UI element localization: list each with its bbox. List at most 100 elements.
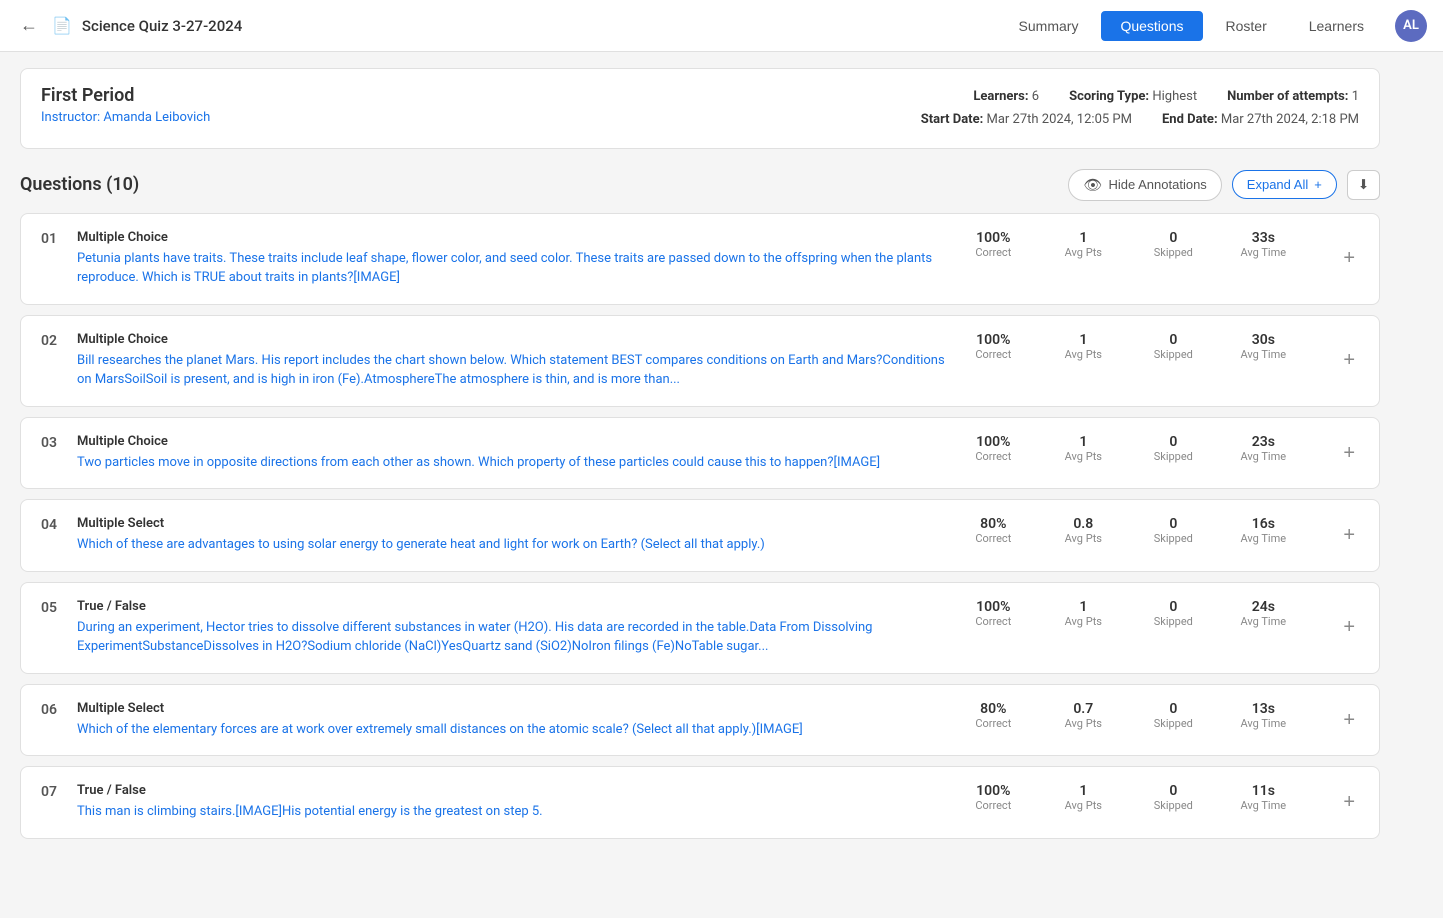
question-text: Petunia plants have traits. These traits…: [77, 249, 947, 288]
header-actions: 👁 Hide Annotations Expand All + ⬇: [1068, 169, 1380, 201]
hide-annotations-button[interactable]: 👁 Hide Annotations: [1068, 169, 1221, 201]
instructor-label: Instructor:: [41, 110, 100, 125]
expand-question-button[interactable]: +: [1339, 247, 1359, 270]
avg-pts-label: Avg Pts: [1053, 799, 1113, 812]
expand-all-plus-icon: +: [1314, 177, 1322, 192]
quiz-title: Science Quiz 3-27-2024: [82, 17, 242, 35]
question-type: Multiple Choice: [77, 230, 947, 245]
avg-time-label: Avg Time: [1233, 532, 1293, 545]
expand-all-label: Expand All: [1247, 177, 1308, 192]
stat-avg-pts: 1 Avg Pts: [1053, 332, 1113, 361]
stat-avg-time: 11s Avg Time: [1233, 783, 1293, 812]
top-navigation: ← 📄 Science Quiz 3-27-2024 Summary Quest…: [0, 0, 1443, 52]
question-type: True / False: [77, 599, 947, 614]
tab-summary[interactable]: Summary: [1000, 11, 1098, 41]
correct-value: 100%: [963, 783, 1023, 799]
correct-label: Correct: [963, 615, 1023, 628]
stat-avg-pts: 0.7 Avg Pts: [1053, 701, 1113, 730]
avg-pts-value: 0.7: [1053, 701, 1113, 717]
skipped-value: 0: [1143, 230, 1203, 246]
download-button[interactable]: ⬇: [1347, 170, 1380, 200]
stat-avg-time: 33s Avg Time: [1233, 230, 1293, 259]
tab-questions[interactable]: Questions: [1101, 11, 1202, 41]
question-number: 07: [41, 783, 61, 800]
skipped-label: Skipped: [1143, 615, 1203, 628]
stat-skipped: 0 Skipped: [1143, 516, 1203, 545]
question-number: 06: [41, 701, 61, 718]
stat-skipped: 0 Skipped: [1143, 434, 1203, 463]
period-title: First Period: [41, 85, 210, 106]
skipped-value: 0: [1143, 599, 1203, 615]
correct-value: 100%: [963, 434, 1023, 450]
stat-avg-pts: 0.8 Avg Pts: [1053, 516, 1113, 545]
avg-time-label: Avg Time: [1233, 799, 1293, 812]
stat-correct: 80% Correct: [963, 516, 1023, 545]
main-content: First Period Instructor: Amanda Leibovic…: [0, 52, 1400, 865]
skipped-label: Skipped: [1143, 799, 1203, 812]
start-label: Start Date:: [921, 112, 984, 127]
expand-question-button[interactable]: +: [1339, 442, 1359, 465]
expand-question-button[interactable]: +: [1339, 524, 1359, 547]
avg-pts-value: 1: [1053, 783, 1113, 799]
question-content: Multiple Choice Petunia plants have trai…: [77, 230, 947, 288]
stat-correct: 100% Correct: [963, 783, 1023, 812]
skipped-value: 0: [1143, 516, 1203, 532]
correct-value: 100%: [963, 230, 1023, 246]
avatar[interactable]: AL: [1395, 10, 1427, 42]
question-type: Multiple Choice: [77, 332, 947, 347]
skipped-label: Skipped: [1143, 348, 1203, 361]
question-stats: 100% Correct 1 Avg Pts 0 Skipped 11s Avg…: [963, 783, 1323, 812]
avg-time-value: 30s: [1233, 332, 1293, 348]
correct-label: Correct: [963, 348, 1023, 361]
avg-pts-value: 1: [1053, 434, 1113, 450]
stat-correct: 100% Correct: [963, 332, 1023, 361]
scoring-label: Scoring Type:: [1069, 89, 1149, 104]
avg-pts-value: 1: [1053, 599, 1113, 615]
info-row-1: Learners: 6 Scoring Type: Highest Number…: [921, 85, 1359, 108]
question-content: Multiple Choice Bill researches the plan…: [77, 332, 947, 390]
expand-all-button[interactable]: Expand All +: [1232, 170, 1337, 199]
skipped-label: Skipped: [1143, 532, 1203, 545]
avg-pts-label: Avg Pts: [1053, 532, 1113, 545]
stat-avg-time: 30s Avg Time: [1233, 332, 1293, 361]
question-content: Multiple Select Which of the elementary …: [77, 701, 947, 740]
stat-correct: 100% Correct: [963, 599, 1023, 628]
stat-skipped: 0 Skipped: [1143, 230, 1203, 259]
correct-label: Correct: [963, 246, 1023, 259]
question-list: 0 1 Multiple Choice Petunia plants have t…: [20, 213, 1380, 849]
expand-question-button[interactable]: +: [1339, 349, 1359, 372]
avg-time-label: Avg Time: [1233, 348, 1293, 361]
tab-roster[interactable]: Roster: [1207, 11, 1286, 41]
instructor-line: Instructor: Amanda Leibovich: [41, 110, 210, 125]
correct-label: Correct: [963, 450, 1023, 463]
scoring-value: Highest: [1152, 89, 1197, 104]
end-value: Mar 27th 2024, 2:18 PM: [1221, 112, 1359, 127]
question-number: 04: [41, 516, 61, 533]
info-card: First Period Instructor: Amanda Leibovic…: [20, 68, 1380, 149]
stat-avg-pts: 1 Avg Pts: [1053, 599, 1113, 628]
question-item: 03 Multiple Choice Two particles move in…: [20, 417, 1380, 490]
questions-header: Questions (10) 👁 Hide Annotations Expand…: [20, 169, 1380, 201]
avg-time-value: 13s: [1233, 701, 1293, 717]
info-row-2: Start Date: Mar 27th 2024, 12:05 PM End …: [921, 108, 1359, 131]
expand-question-button[interactable]: +: [1339, 709, 1359, 732]
avg-pts-value: 1: [1053, 230, 1113, 246]
avg-time-label: Avg Time: [1233, 450, 1293, 463]
question-item: 04 Multiple Select Which of these are ad…: [20, 499, 1380, 572]
avg-pts-value: 1: [1053, 332, 1113, 348]
question-stats: 100% Correct 1 Avg Pts 0 Skipped 30s Avg…: [963, 332, 1323, 361]
back-button[interactable]: ←: [16, 11, 42, 40]
question-type: Multiple Select: [77, 516, 947, 531]
stat-skipped: 0 Skipped: [1143, 701, 1203, 730]
question-type: True / False: [77, 783, 947, 798]
stat-correct: 100% Correct: [963, 230, 1023, 259]
correct-label: Correct: [963, 799, 1023, 812]
tab-learners[interactable]: Learners: [1290, 11, 1383, 41]
end-label: End Date:: [1162, 112, 1218, 127]
start-value: Mar 27th 2024, 12:05 PM: [987, 112, 1132, 127]
question-stats: 100% Correct 1 Avg Pts 0 Skipped 24s Avg…: [963, 599, 1323, 628]
instructor-name: Amanda Leibovich: [103, 110, 210, 125]
expand-question-button[interactable]: +: [1339, 616, 1359, 639]
question-item: 06 Multiple Select Which of the elementa…: [20, 684, 1380, 757]
expand-question-button[interactable]: +: [1339, 791, 1359, 814]
